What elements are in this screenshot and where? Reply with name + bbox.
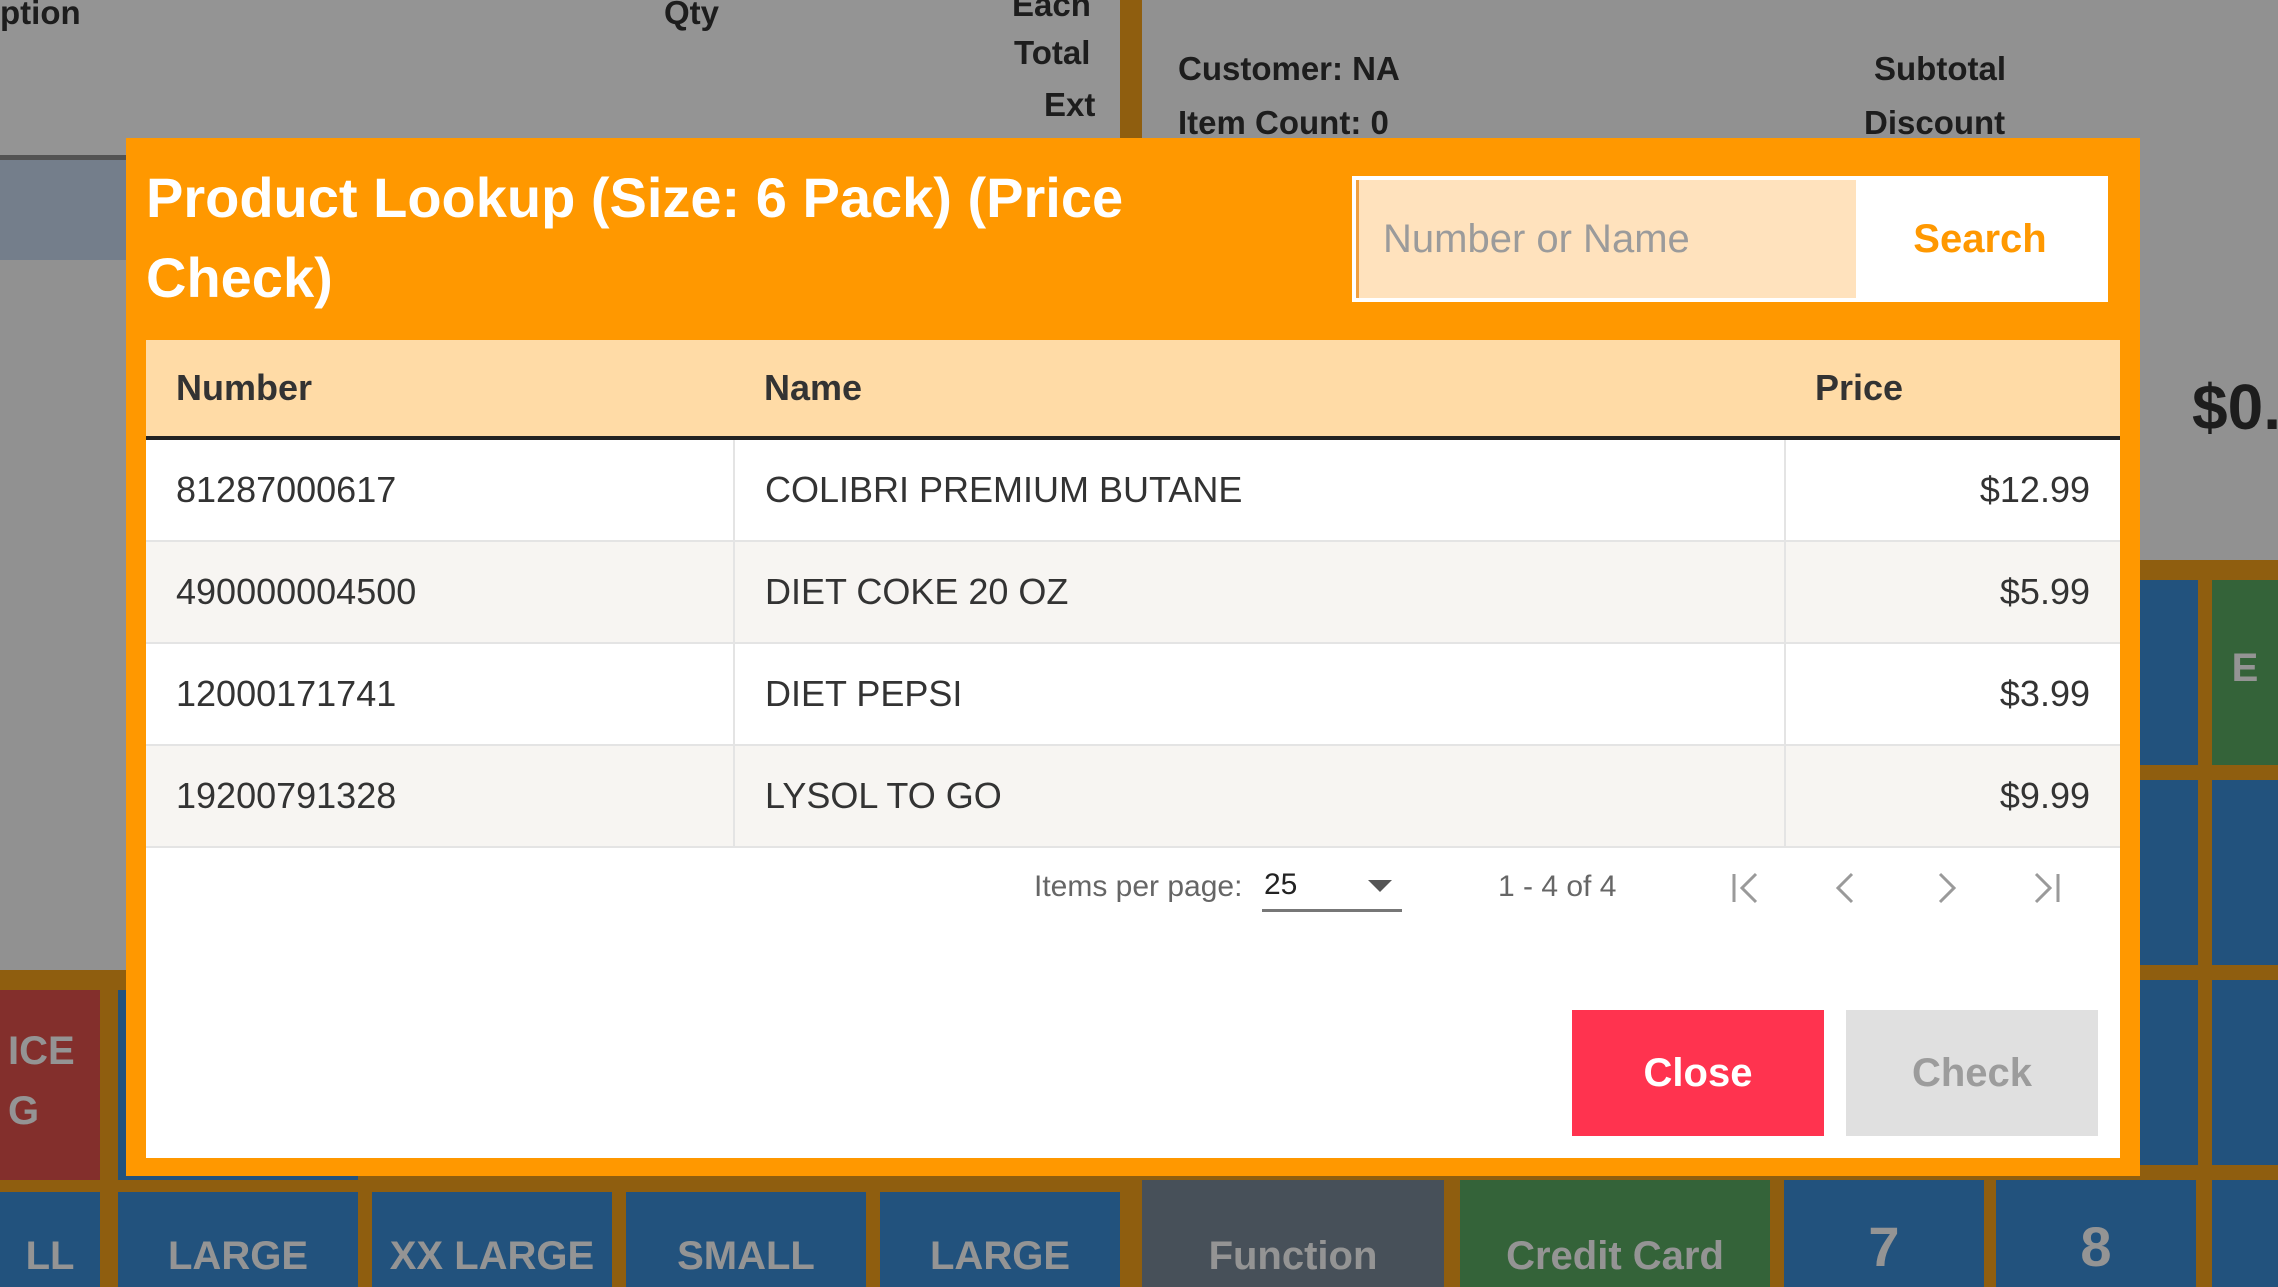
last-page-icon — [2034, 872, 2060, 904]
header-price[interactable]: Price — [1785, 340, 2120, 440]
page-range-label: 1 - 4 of 4 — [1498, 870, 1617, 903]
product-table: Number Name Price 81287000617 COLIBRI PR… — [146, 340, 2120, 848]
table-row[interactable]: 81287000617 COLIBRI PREMIUM BUTANE $12.9… — [146, 438, 2120, 542]
cell-number: 12000171741 — [146, 643, 735, 746]
header-name[interactable]: Name — [734, 340, 1785, 440]
table-row[interactable]: 490000004500 DIET COKE 20 OZ $5.99 — [146, 541, 2120, 644]
check-button[interactable]: Check — [1846, 1010, 2098, 1136]
paginator: Items per page: 25 1 - 4 of 4 — [146, 820, 2120, 950]
chevron-left-icon — [1835, 872, 1854, 904]
search-box: Search — [1352, 176, 2108, 302]
cell-price: $12.99 — [1785, 438, 2120, 542]
close-button[interactable]: Close — [1572, 1010, 1824, 1136]
cell-number: 490000004500 — [146, 541, 735, 644]
items-per-page-label: Items per page: — [1034, 870, 1243, 903]
cell-name: DIET PEPSI — [734, 643, 1786, 746]
search-button[interactable]: Search — [1856, 180, 2104, 298]
cell-name: DIET COKE 20 OZ — [734, 541, 1786, 644]
first-page-icon — [1732, 872, 1758, 904]
cell-name: COLIBRI PREMIUM BUTANE — [734, 438, 1786, 542]
items-per-page-select[interactable]: 25 — [1262, 860, 1402, 912]
header-number[interactable]: Number — [146, 340, 734, 440]
items-per-page-value: 25 — [1264, 868, 1298, 901]
table-row[interactable]: 12000171741 DIET PEPSI $3.99 — [146, 643, 2120, 746]
dropdown-arrow-icon — [1368, 880, 1392, 892]
dialog-content: Number Name Price 81287000617 COLIBRI PR… — [146, 340, 2120, 1158]
last-page-button[interactable] — [2016, 858, 2076, 918]
product-lookup-dialog: Product Lookup (Size: 6 Pack) (Price Che… — [126, 138, 2140, 1176]
cell-number: 81287000617 — [146, 438, 735, 542]
chevron-right-icon — [1938, 872, 1957, 904]
previous-page-button[interactable] — [1816, 858, 1876, 918]
table-header-row: Number Name Price — [146, 340, 2120, 440]
next-page-button[interactable] — [1916, 858, 1976, 918]
first-page-button[interactable] — [1716, 858, 1776, 918]
cell-price: $5.99 — [1785, 541, 2120, 644]
dialog-title: Product Lookup (Size: 6 Pack) (Price Che… — [146, 166, 1124, 309]
cell-price: $3.99 — [1785, 643, 2120, 746]
search-input[interactable] — [1356, 180, 1856, 298]
